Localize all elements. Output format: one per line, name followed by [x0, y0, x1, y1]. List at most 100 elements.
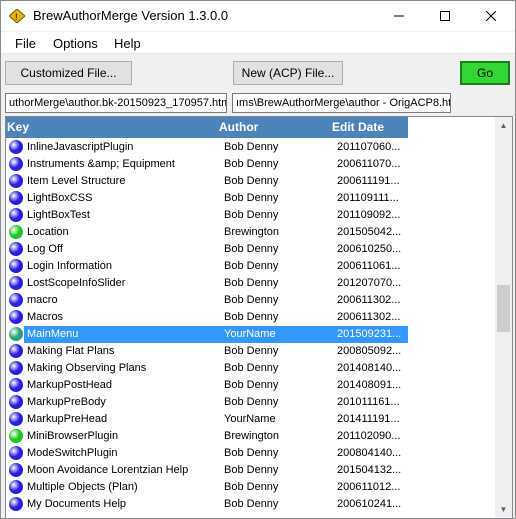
row-author: Bob Denny — [224, 481, 279, 493]
table-row[interactable]: ModeSwitchPlugin Bob Denny 200804140... — [6, 445, 408, 462]
row-key: Macros — [27, 311, 64, 323]
row-edit-date: 201109092... — [337, 209, 401, 221]
blue-status-icon — [9, 293, 23, 307]
row-edit-date: 200610250... — [337, 243, 402, 255]
row-author: YourName — [224, 413, 276, 425]
app-window: ! BrewAuthorMerge Version 1.3.0.0 File O… — [0, 0, 516, 519]
table-row[interactable]: Multiple Objects (Plan) Bob Denny 20061101… — [6, 479, 408, 496]
menu-file[interactable]: File — [15, 36, 36, 51]
table-row[interactable]: Moon Avoidance Lorentzian Help Bob Denny 2… — [6, 462, 408, 479]
row-author: Bob Denny — [224, 141, 279, 153]
table-row[interactable]: MiniBrowserPlugin Brewington 201102090... — [6, 428, 408, 445]
table-row[interactable]: My Documents Help Bob Denny 200610241... — [6, 496, 408, 513]
title-bar: ! BrewAuthorMerge Version 1.3.0.0 — [1, 1, 515, 31]
row-author: Bob Denny — [224, 294, 279, 306]
blue-status-icon — [9, 157, 23, 171]
blue-status-icon — [9, 480, 23, 494]
menu-help[interactable]: Help — [114, 36, 141, 51]
row-key: MainMenu — [27, 328, 79, 340]
row-edit-date: 201504132... — [337, 464, 402, 476]
blue-status-icon — [9, 276, 23, 290]
row-author: Bob Denny — [224, 447, 279, 459]
row-author: Bob Denny — [224, 498, 279, 510]
menu-bar: File Options Help — [1, 32, 515, 54]
scroll-up-icon[interactable]: ▲ — [495, 117, 512, 134]
row-edit-date: 201411191... — [337, 413, 400, 425]
window-title: BrewAuthorMerge Version 1.3.0.0 — [33, 8, 229, 23]
table-row[interactable]: Location Brewington 201505042... — [6, 224, 408, 241]
table-row[interactable]: Macros Bob Denny 200611302... — [6, 309, 408, 326]
row-edit-date: 201509231... — [337, 328, 402, 340]
row-key: InlineJavascriptPlugin — [27, 141, 134, 153]
go-button[interactable]: Go — [460, 61, 510, 85]
blue-status-icon — [9, 242, 23, 256]
table-row[interactable]: MarkupPreHead YourName 201411191... — [6, 411, 408, 428]
row-edit-date: 200611061... — [337, 260, 401, 272]
row-key: MarkupPreHead — [27, 413, 108, 425]
row-edit-date: 201408140... — [337, 362, 402, 374]
row-edit-date: 200611012... — [337, 481, 401, 493]
row-key: Making Flat Plans — [27, 345, 115, 357]
row-key: Multiple Objects (Plan) — [27, 481, 138, 493]
row-key: Moon Avoidance Lorentzian Help — [27, 464, 189, 476]
row-author: Bob Denny — [224, 175, 279, 187]
table-row[interactable]: Making Flat Plans Bob Denny 200805092... — [6, 343, 408, 360]
row-author: Bob Denny — [224, 311, 279, 323]
vertical-scrollbar[interactable]: ▲ ▼ — [495, 117, 512, 518]
table-row[interactable]: MarkupPreBody Bob Denny 201011161... — [6, 394, 408, 411]
row-edit-date: 200611302... — [337, 294, 401, 306]
row-author: Brewington — [224, 430, 280, 442]
blue-status-icon — [9, 395, 23, 409]
table-row[interactable]: macro Bob Denny 200611302... — [6, 292, 408, 309]
blue-status-icon — [9, 344, 23, 358]
column-header-key[interactable]: Key — [7, 120, 29, 134]
scrollbar-thumb[interactable] — [497, 285, 510, 332]
blue-status-icon — [9, 174, 23, 188]
scroll-down-icon[interactable]: ▼ — [495, 501, 512, 518]
row-author: Bob Denny — [224, 243, 279, 255]
blue-status-icon — [9, 463, 23, 477]
row-edit-date: 201408091... — [337, 379, 402, 391]
blue-status-icon — [9, 310, 23, 324]
blue-status-icon — [9, 412, 23, 426]
acp-file-path[interactable]: ıms\BrewAuthorMerge\author - OrigACP8.ht… — [232, 93, 451, 113]
green-status-icon — [9, 429, 23, 443]
new-acp-file-button[interactable]: New (ACP) File... — [233, 61, 343, 85]
row-edit-date: 200611191... — [337, 175, 400, 187]
customized-file-path[interactable]: uthorMerge\author.bk-20150923_170957.htm… — [5, 93, 227, 113]
row-edit-date: 201505042... — [337, 226, 402, 238]
column-header-author[interactable]: Author — [219, 120, 258, 134]
close-icon — [486, 11, 496, 21]
table-row[interactable]: LightBoxTest Bob Denny 201109092... — [6, 207, 408, 224]
menu-options[interactable]: Options — [53, 36, 98, 51]
row-edit-date: 200610241... — [337, 498, 402, 510]
table-row[interactable]: Instruments &amp; Equipment Bob Denny 2006… — [6, 156, 408, 173]
row-edit-date: 200611302... — [337, 311, 401, 323]
row-key: Making Observing Plans — [27, 362, 147, 374]
minimize-icon — [394, 15, 404, 17]
table-row[interactable]: LightBoxCSS Bob Denny 201109111... — [6, 190, 408, 207]
row-edit-date: 201107060... — [337, 141, 401, 153]
blue-status-icon — [9, 361, 23, 375]
row-author: Brewington — [224, 226, 280, 238]
maximize-button[interactable] — [422, 1, 468, 31]
row-author: Bob Denny — [224, 192, 279, 204]
table-row[interactable]: MainMenu YourName 201509231... — [6, 326, 408, 343]
row-author: Bob Denny — [224, 464, 279, 476]
customized-file-button[interactable]: Customized File... — [5, 61, 132, 85]
table-row[interactable]: Making Observing Plans Bob Denny 201408140… — [6, 360, 408, 377]
app-icon: ! — [9, 9, 25, 23]
author-grid[interactable]: Key Author Edit Date InlineJavascriptPlu… — [5, 116, 513, 519]
minimize-button[interactable] — [376, 1, 422, 31]
table-row[interactable]: MarkupPostHead Bob Denny 201408091... — [6, 377, 408, 394]
close-button[interactable] — [468, 1, 514, 31]
table-row[interactable]: Login Information Bob Denny 200611061... — [6, 258, 408, 275]
blue-status-icon — [9, 378, 23, 392]
table-row[interactable]: LostScopeInfoSlider Bob Denny 201207070... — [6, 275, 408, 292]
table-row[interactable]: Item Level Structure Bob Denny 200611191..… — [6, 173, 408, 190]
table-row[interactable]: Log Off Bob Denny 200610250... — [6, 241, 408, 258]
row-key: Instruments &amp; Equipment — [27, 158, 175, 170]
column-header-edit-date[interactable]: Edit Date — [332, 120, 384, 134]
row-edit-date: 201207070... — [337, 277, 402, 289]
table-row[interactable]: InlineJavascriptPlugin Bob Denny 201107060… — [6, 139, 408, 156]
